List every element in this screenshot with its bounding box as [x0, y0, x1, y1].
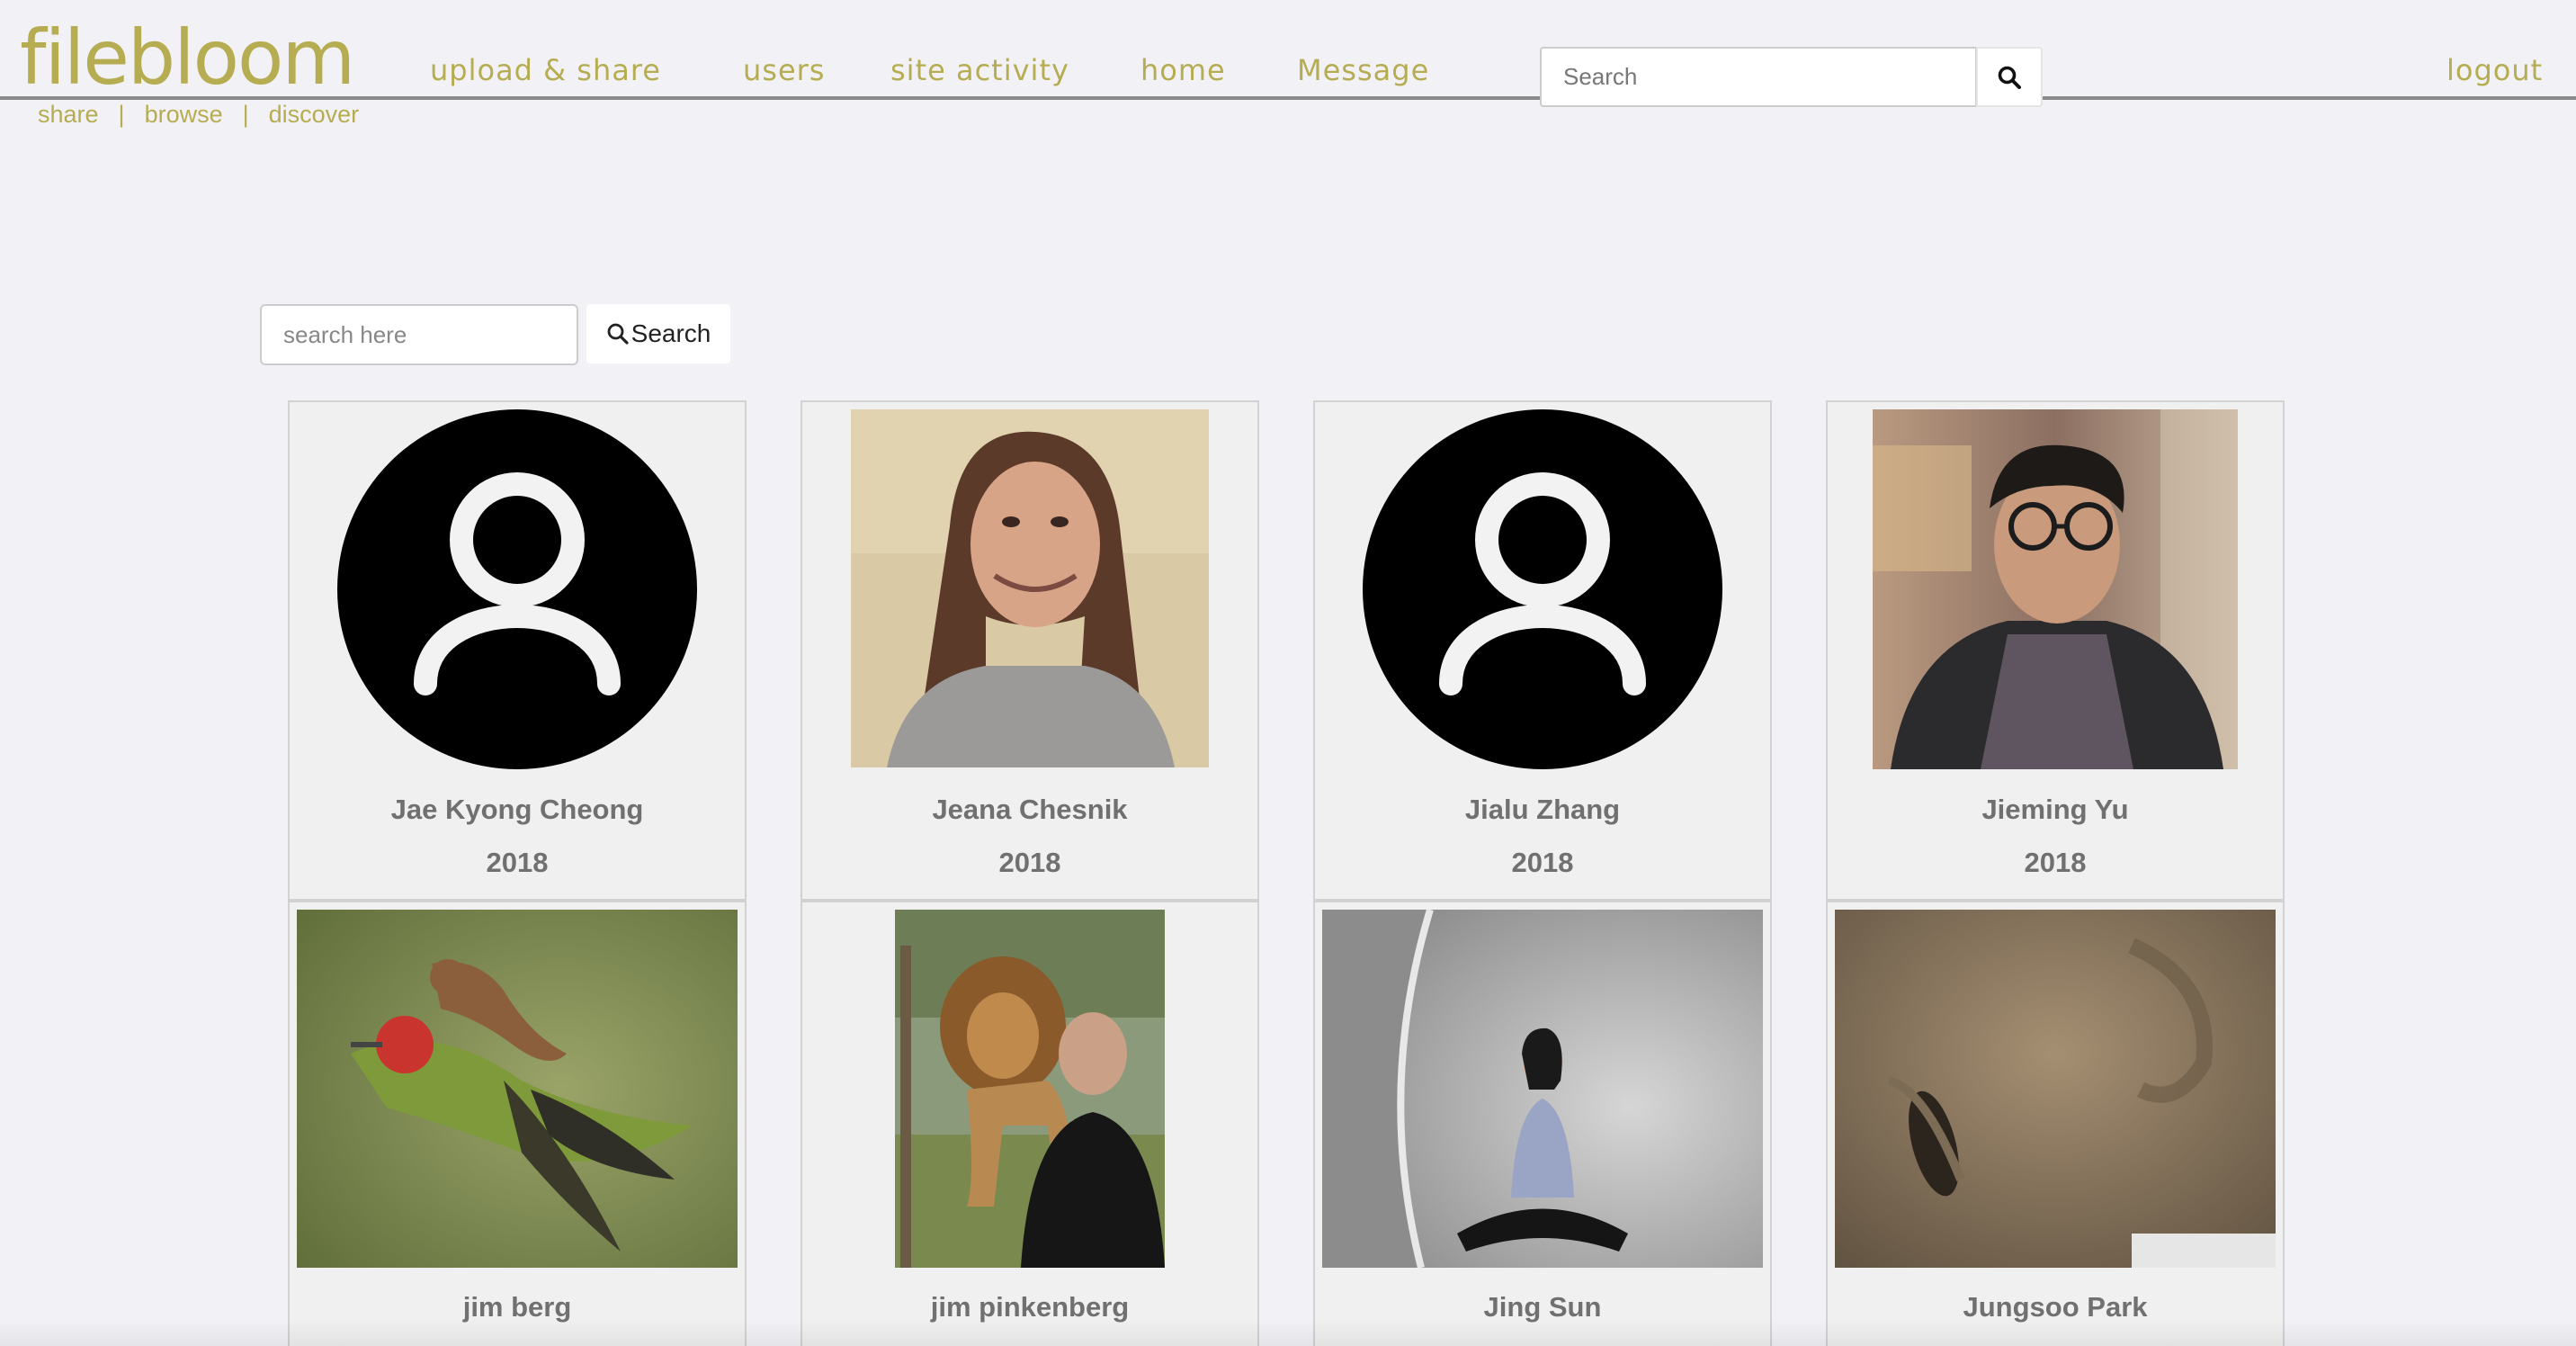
- tagline-discover: discover: [268, 100, 360, 128]
- user-card-jungsoo-park[interactable]: Jungsoo Park: [1826, 901, 2285, 1346]
- woman-sitting-in-tunnel-photo: [1322, 910, 1763, 1268]
- default-avatar-icon: [337, 409, 697, 769]
- user-photo: [1835, 910, 2276, 1268]
- user-year: 2018: [486, 847, 549, 878]
- tagline-separator: |: [118, 100, 125, 128]
- user-search-input[interactable]: [260, 304, 578, 365]
- user-card-jeana-chesnik[interactable]: Jeana Chesnik 2018: [801, 400, 1259, 901]
- user-name: Jeana Chesnik: [932, 794, 1128, 825]
- tagline-share: share: [38, 100, 99, 128]
- header-search-input[interactable]: [1540, 47, 1977, 107]
- user-card-jim-berg[interactable]: jim berg: [288, 901, 747, 1346]
- tagline-browse: browse: [144, 100, 223, 128]
- weasel-on-woodpecker-photo: [297, 910, 738, 1268]
- user-photo: [297, 910, 738, 1268]
- user-search-button[interactable]: Search: [586, 304, 730, 363]
- top-navigation-bar: filebloom share | browse | discover uplo…: [0, 0, 2576, 135]
- user-photo: [337, 409, 697, 769]
- tagline: share | browse | discover: [38, 99, 359, 130]
- user-year: 2018: [2024, 847, 2087, 878]
- user-photo: [1363, 409, 1722, 769]
- search-icon: [1998, 66, 2021, 89]
- user-name: Jae Kyong Cheong: [390, 794, 644, 825]
- nav-users[interactable]: users: [743, 52, 825, 88]
- header-search-button[interactable]: [1976, 47, 2043, 107]
- user-card-jieming-yu[interactable]: Jieming Yu 2018: [1826, 400, 2285, 901]
- user-card-jae-kyong-cheong[interactable]: Jae Kyong Cheong 2018: [288, 400, 747, 901]
- header-divider: [0, 96, 2576, 100]
- nav-site-activity[interactable]: site activity: [890, 52, 1069, 88]
- user-card-jim-pinkenberg[interactable]: jim pinkenberg: [801, 901, 1259, 1346]
- nav-message[interactable]: Message: [1297, 52, 1429, 88]
- user-search-button-label: Search: [631, 319, 711, 347]
- user-year: 2018: [1511, 847, 1574, 878]
- default-avatar-icon: [1363, 409, 1722, 769]
- nav-home[interactable]: home: [1140, 52, 1226, 88]
- portrait-woman-photo: [851, 409, 1209, 767]
- user-year: 2018: [998, 847, 1061, 878]
- user-photo: [1873, 409, 2238, 769]
- search-icon: [607, 323, 629, 345]
- user-name: Jieming Yu: [1981, 794, 2129, 825]
- user-card-jing-sun[interactable]: Jing Sun: [1313, 901, 1772, 1346]
- tagline-separator: |: [242, 100, 249, 128]
- portrait-man-glasses-photo: [1873, 409, 2238, 769]
- filebloom-logo[interactable]: filebloom: [20, 20, 355, 95]
- user-photo: [1322, 910, 1763, 1268]
- logout-link[interactable]: logout: [2446, 52, 2543, 88]
- closeup-face-photo: [1835, 910, 2276, 1268]
- user-name: Jialu Zhang: [1464, 794, 1621, 825]
- user-photo: [895, 910, 1165, 1268]
- user-card-jialu-zhang[interactable]: Jialu Zhang 2018: [1313, 400, 1772, 901]
- page-bottom-shade: [0, 1319, 2576, 1346]
- user-photo: [851, 409, 1209, 767]
- nav-upload-share[interactable]: upload & share: [430, 52, 661, 88]
- man-with-lion-photo: [895, 910, 1165, 1268]
